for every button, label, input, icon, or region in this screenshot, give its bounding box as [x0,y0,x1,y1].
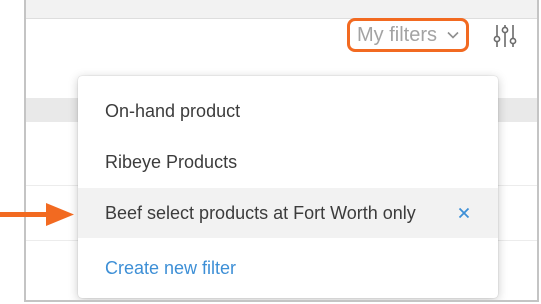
create-new-filter-link[interactable]: Create new filter [105,255,236,281]
my-filters-label: My filters [357,23,437,46]
callout-arrow-icon [0,203,74,226]
close-icon[interactable] [456,205,472,221]
chevron-down-icon [447,31,459,39]
sliders-icon[interactable] [492,22,518,50]
filter-item-label: On-hand product [105,100,241,121]
top-bar [26,0,537,19]
app-panel: My filters On-hand product Ribeye Produc… [24,0,539,302]
filter-item-label: Ribeye Products [105,151,238,172]
filter-item-beef-select-fort-worth[interactable]: Beef select products at Fort Worth only [78,188,498,238]
my-filters-dropdown[interactable]: My filters [347,18,469,52]
filter-item-ribeye-products[interactable]: Ribeye Products [78,137,498,187]
filter-item-on-hand-product[interactable]: On-hand product [78,86,498,136]
filter-item-label: Beef select products at Fort Worth only [105,202,416,223]
filter-menu: On-hand product Ribeye Products Beef sel… [78,76,498,298]
